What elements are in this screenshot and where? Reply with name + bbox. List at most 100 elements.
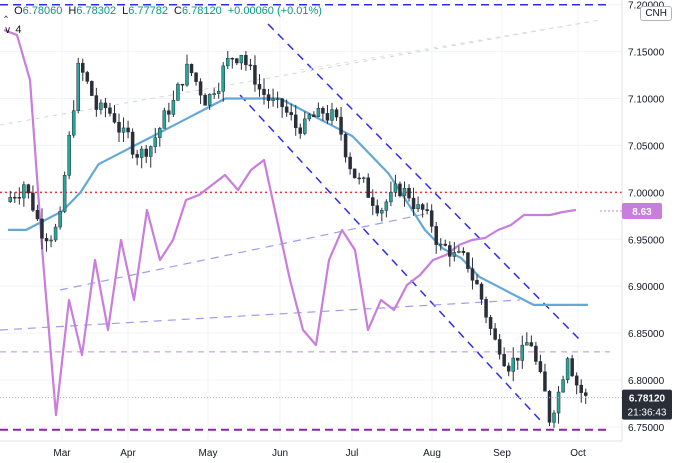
candle-body	[71, 110, 76, 136]
candle-body	[457, 250, 461, 253]
currency-badge[interactable]: CNH	[640, 6, 672, 21]
candle-body	[58, 211, 62, 228]
month-tick-label: Mar	[53, 448, 71, 459]
candle-body	[203, 94, 207, 106]
candle-body	[389, 191, 393, 203]
price-tick-label: 6.90000	[628, 282, 665, 293]
candle-body	[516, 357, 520, 361]
candle-body	[35, 210, 40, 220]
candle-body	[40, 218, 44, 239]
candle-body	[402, 187, 407, 197]
candle-body	[167, 110, 171, 115]
indicator-value-text: 8.63	[632, 207, 652, 218]
price-tick-label: 7.00000	[628, 188, 665, 199]
close-value: 6.78120	[181, 5, 222, 17]
candle-body	[194, 72, 198, 82]
candle-body	[325, 113, 330, 121]
collapse-chevron-icon[interactable]: ‸	[4, 4, 8, 18]
candle-body	[239, 55, 244, 64]
candle-body	[31, 192, 35, 211]
candle-body	[543, 371, 547, 392]
candle-body	[230, 57, 235, 60]
candle-body	[339, 116, 343, 135]
long-support-line[interactable]	[0, 299, 521, 331]
candle-body	[556, 391, 561, 414]
candle-body	[371, 197, 375, 206]
candle-body	[121, 127, 126, 133]
price-tick-label: 7.15000	[628, 48, 665, 59]
candle-body	[579, 384, 583, 393]
candle-body	[416, 204, 420, 210]
candle-body	[271, 98, 275, 101]
candle-body	[189, 63, 194, 74]
month-tick-label: Aug	[423, 448, 441, 459]
candle-body	[144, 148, 148, 157]
price-tick-label: 7.05000	[628, 141, 665, 152]
candle-body	[316, 108, 321, 118]
candle-body	[62, 175, 67, 212]
candle-body	[488, 317, 493, 329]
candle-body	[561, 379, 565, 393]
candle-body	[262, 88, 266, 95]
candle-body	[470, 268, 475, 281]
candle-body	[547, 390, 552, 423]
chart-canvas[interactable]: 7.200007.150007.100007.050007.000006.950…	[0, 0, 680, 463]
month-tick-label: Sep	[493, 448, 511, 459]
price-tick-label: 6.80000	[628, 376, 665, 387]
close-label: C	[174, 5, 182, 17]
price-tick-label: 6.95000	[628, 235, 665, 246]
candle-body	[148, 146, 153, 157]
high-value: 6.78302	[76, 5, 117, 17]
candle-body	[307, 114, 312, 120]
candle-body	[448, 245, 452, 257]
descending-channel-upper[interactable]	[267, 23, 581, 341]
candle-body	[280, 98, 284, 108]
price-tick-label: 7.10000	[628, 95, 665, 106]
oscillator-line	[3, 28, 577, 417]
indicators-toggle[interactable]: ∨ 4	[4, 24, 21, 36]
candle-body	[17, 197, 22, 199]
candle-body	[398, 183, 402, 197]
candle-body	[493, 328, 497, 340]
candle-body	[312, 114, 316, 118]
candle-body	[126, 127, 130, 133]
candle-body	[452, 252, 457, 257]
oscillator-path	[3, 28, 577, 417]
candle-body	[117, 121, 121, 133]
candle-body	[176, 83, 180, 101]
candle-body	[298, 127, 303, 134]
candle-body	[180, 83, 185, 86]
candle-body	[420, 204, 425, 210]
last-price-text: 6.78120	[629, 394, 666, 405]
candle-body	[108, 107, 112, 114]
candle-body	[293, 114, 298, 128]
candle-body	[216, 90, 221, 94]
grid-layer	[0, 0, 622, 441]
candle-body	[348, 156, 352, 170]
trendlines[interactable]	[0, 3, 622, 431]
candle-body	[570, 358, 574, 377]
candle-body	[434, 226, 438, 245]
fan-line[interactable]	[299, 19, 601, 71]
candle-body	[49, 239, 53, 242]
candle-body	[158, 128, 162, 138]
candle-body	[330, 109, 334, 121]
open-label: O	[14, 5, 23, 17]
chart-root[interactable]: 7.200007.150007.100007.050007.000006.950…	[0, 0, 680, 463]
candle-body	[552, 412, 556, 423]
month-tick-label: Apr	[120, 448, 136, 459]
month-tick-label: Jul	[346, 448, 359, 459]
candle-body	[153, 137, 158, 147]
candle-body	[475, 280, 479, 285]
candle-body	[497, 339, 502, 355]
candle-body	[253, 65, 257, 85]
candle-body	[461, 250, 466, 253]
candle-body	[484, 299, 488, 318]
candle-body	[375, 205, 380, 214]
candle-body	[303, 118, 307, 134]
price-tick-label: 6.85000	[628, 329, 665, 340]
chevron-down-icon[interactable]: ∨	[4, 25, 11, 36]
price-labels: 8.63 6.78120 21:36:43	[0, 203, 672, 420]
candle-body	[538, 361, 543, 372]
candle-body	[361, 177, 366, 180]
